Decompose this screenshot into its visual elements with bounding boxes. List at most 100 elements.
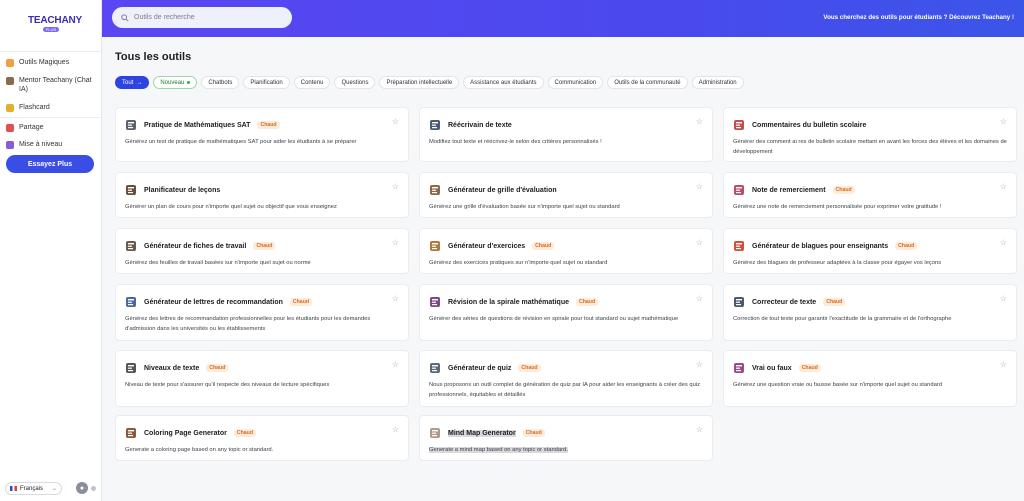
sidebar-item-outils-magiques[interactable]: Outils Magiques xyxy=(6,58,98,67)
sidebar-item-flashcard[interactable]: Flashcard xyxy=(6,103,98,112)
search-input[interactable]: Outils de recherche xyxy=(112,7,292,28)
tool-card[interactable]: Vrai ou faux Chaud ☆ Générez une question v… xyxy=(723,350,1017,407)
favorite-star-icon[interactable]: ☆ xyxy=(1000,238,1007,247)
top-bar: Outils de recherche Vous cherchez des ou… xyxy=(102,0,1024,37)
logo-badge: PLUS xyxy=(42,27,60,32)
tool-card-title: Niveaux de texte xyxy=(144,364,200,372)
search-icon xyxy=(121,13,129,22)
favorite-star-icon[interactable]: ☆ xyxy=(696,117,703,126)
tool-card-header: Révision de la spirale mathématique Chaud xyxy=(429,296,599,308)
tab-communication[interactable]: Communication xyxy=(547,76,604,89)
tab-contenu[interactable]: Contenu xyxy=(293,76,331,89)
tool-card[interactable]: Générateur de quiz Chaud ☆ Nous proposons u… xyxy=(419,350,713,407)
favorite-star-icon[interactable]: ☆ xyxy=(392,294,399,303)
tab-planification[interactable]: Planification xyxy=(243,76,290,89)
favorite-star-icon[interactable]: ☆ xyxy=(1000,294,1007,303)
tool-card[interactable]: Pratique de Mathématiques SAT Chaud ☆ Génér… xyxy=(115,107,409,162)
tab-assistance[interactable]: Assistance aux étudiants xyxy=(463,76,544,89)
tab-questions[interactable]: Questions xyxy=(334,76,376,89)
promo-link[interactable]: Vous cherchez des outils pour étudiants … xyxy=(823,14,1014,21)
tool-card[interactable]: Commentaires du bulletin scolaire ☆ Génére… xyxy=(723,107,1017,162)
tab-label: Communication xyxy=(554,79,597,86)
tool-card[interactable]: Générateur de lettres de recommandation C… xyxy=(115,284,409,341)
tool-card-description: Générer un plan de cours pour n'importe … xyxy=(125,204,337,210)
tool-card-title: Générateur de blagues pour enseignants xyxy=(752,242,889,250)
tool-card-header: Correcteur de texte Chaud xyxy=(733,296,846,308)
upgrade-icon xyxy=(6,141,14,149)
tab-chatbots[interactable]: Chatbots xyxy=(201,76,240,89)
tab-label: Chatbots xyxy=(208,79,233,86)
logo[interactable]: TEACHANY PLUS xyxy=(28,15,82,33)
favorite-star-icon[interactable]: ☆ xyxy=(696,360,703,369)
tool-card[interactable]: Planificateur de leçons ☆ Générer un plan … xyxy=(115,172,409,218)
hot-badge: Chaud xyxy=(832,186,855,194)
arrow-icon: → xyxy=(136,79,143,86)
tool-card-title: Générateur de lettres de recommandation xyxy=(144,298,283,306)
favorite-star-icon[interactable]: ☆ xyxy=(392,238,399,247)
tool-card-description: Générez des feuilles de travail basées s… xyxy=(125,260,311,266)
tool-card-description: Générez des lettres de recommandation pr… xyxy=(125,316,371,332)
quiz-icon xyxy=(429,362,441,374)
avatar[interactable]: ● xyxy=(76,482,88,494)
tool-card-header: Réécrivain de texte xyxy=(429,119,512,131)
tool-card-description: Niveau de texte pour s'assurer qu'il res… xyxy=(125,382,330,388)
favorite-star-icon[interactable]: ☆ xyxy=(696,294,703,303)
tool-card-header: Commentaires du bulletin scolaire xyxy=(733,119,866,131)
tab-tout[interactable]: Tout → xyxy=(115,76,150,89)
favorite-star-icon[interactable]: ☆ xyxy=(1000,360,1007,369)
tool-card-description: Générez une grille d'évaluation basée su… xyxy=(429,204,620,210)
tool-card-header: Générateur de grille d'évaluation xyxy=(429,184,557,196)
favorite-star-icon[interactable]: ☆ xyxy=(392,425,399,434)
sidebar-item-label: Partage xyxy=(19,124,44,131)
tool-card-description: Correction de tout texte pour garantir l… xyxy=(733,316,952,322)
language-select[interactable]: Français ⌄ xyxy=(5,482,62,495)
favorite-star-icon[interactable]: ☆ xyxy=(696,182,703,191)
sidebar-item-upgrade[interactable]: Mise à niveau xyxy=(6,140,98,149)
hot-badge: Chaud xyxy=(576,298,599,306)
tool-card[interactable]: Générateur de blagues pour enseignants Ch… xyxy=(723,228,1017,274)
tool-card-title: Correcteur de texte xyxy=(752,298,817,306)
tool-card[interactable]: Coloring Page Generator Chaud ☆ Generate a … xyxy=(115,415,409,461)
tool-card[interactable]: Générateur de fiches de travail Chaud ☆ Gén… xyxy=(115,228,409,274)
tab-administration[interactable]: Administration xyxy=(691,76,744,89)
favorite-star-icon[interactable]: ☆ xyxy=(1000,182,1007,191)
tool-card-description: Générez une note de remerciement personn… xyxy=(733,204,942,210)
search-placeholder: Outils de recherche xyxy=(134,14,195,21)
favorite-star-icon[interactable]: ☆ xyxy=(392,182,399,191)
hot-badge: Chaud xyxy=(289,298,313,306)
tool-card[interactable]: Révision de la spirale mathématique Chaud… xyxy=(419,284,713,341)
favorite-star-icon[interactable]: ☆ xyxy=(1000,117,1007,126)
tab-label: Planification xyxy=(250,79,283,86)
tab-preparation[interactable]: Préparation intellectuelle xyxy=(379,76,460,89)
tool-card[interactable]: Réécrivain de texte ☆ Modifiez tout texte … xyxy=(419,107,713,162)
flashcard-icon xyxy=(6,104,14,112)
category-tabs: Tout → Nouveau Chatbots Planification Con… xyxy=(115,76,744,89)
favorite-star-icon[interactable]: ☆ xyxy=(392,117,399,126)
try-plus-button[interactable]: Essayez Plus xyxy=(6,155,94,173)
sidebar-divider xyxy=(0,117,102,118)
favorite-star-icon[interactable]: ☆ xyxy=(392,360,399,369)
tool-card-title: Note de remerciement xyxy=(752,186,826,194)
tab-label: Tout xyxy=(122,79,134,86)
tool-card-title: Coloring Page Generator xyxy=(144,429,227,437)
sidebar-item-partage[interactable]: Partage xyxy=(6,123,98,132)
favorite-star-icon[interactable]: ☆ xyxy=(696,238,703,247)
tab-nouveau[interactable]: Nouveau xyxy=(153,76,198,89)
tool-card-description: Generate a coloring page based on any to… xyxy=(125,447,274,453)
tool-card[interactable]: Correcteur de texte Chaud ☆ Correction de t… xyxy=(723,284,1017,341)
tab-communaute[interactable]: Outils de la communauté xyxy=(607,76,688,89)
tool-card[interactable]: Générateur de grille d'évaluation ☆ Génére… xyxy=(419,172,713,218)
sidebar-item-label: Mise à niveau xyxy=(19,141,63,148)
tool-card[interactable]: Note de remerciement Chaud ☆ Générez une no… xyxy=(723,172,1017,218)
tab-label: Préparation intellectuelle xyxy=(386,79,453,86)
tool-card[interactable]: Mind Map Generator Chaud ☆ Generate a mind … xyxy=(419,415,713,461)
mentor-icon xyxy=(6,77,14,85)
tool-card[interactable]: Niveaux de texte Chaud ☆ Niveau de texte po… xyxy=(115,350,409,407)
hot-badge: Chaud xyxy=(206,364,229,372)
tool-card[interactable]: Générateur d'exercices Chaud ☆ Générez des … xyxy=(419,228,713,274)
calculator-icon xyxy=(125,119,137,131)
favorite-star-icon[interactable]: ☆ xyxy=(696,425,703,434)
sidebar: TEACHANY PLUS Outils Magiques Mentor Tea… xyxy=(0,0,102,501)
tool-card-header: Générateur de quiz Chaud xyxy=(429,362,541,374)
sidebar-item-mentor[interactable]: Mentor Teachany (Chat IA) xyxy=(6,76,98,94)
